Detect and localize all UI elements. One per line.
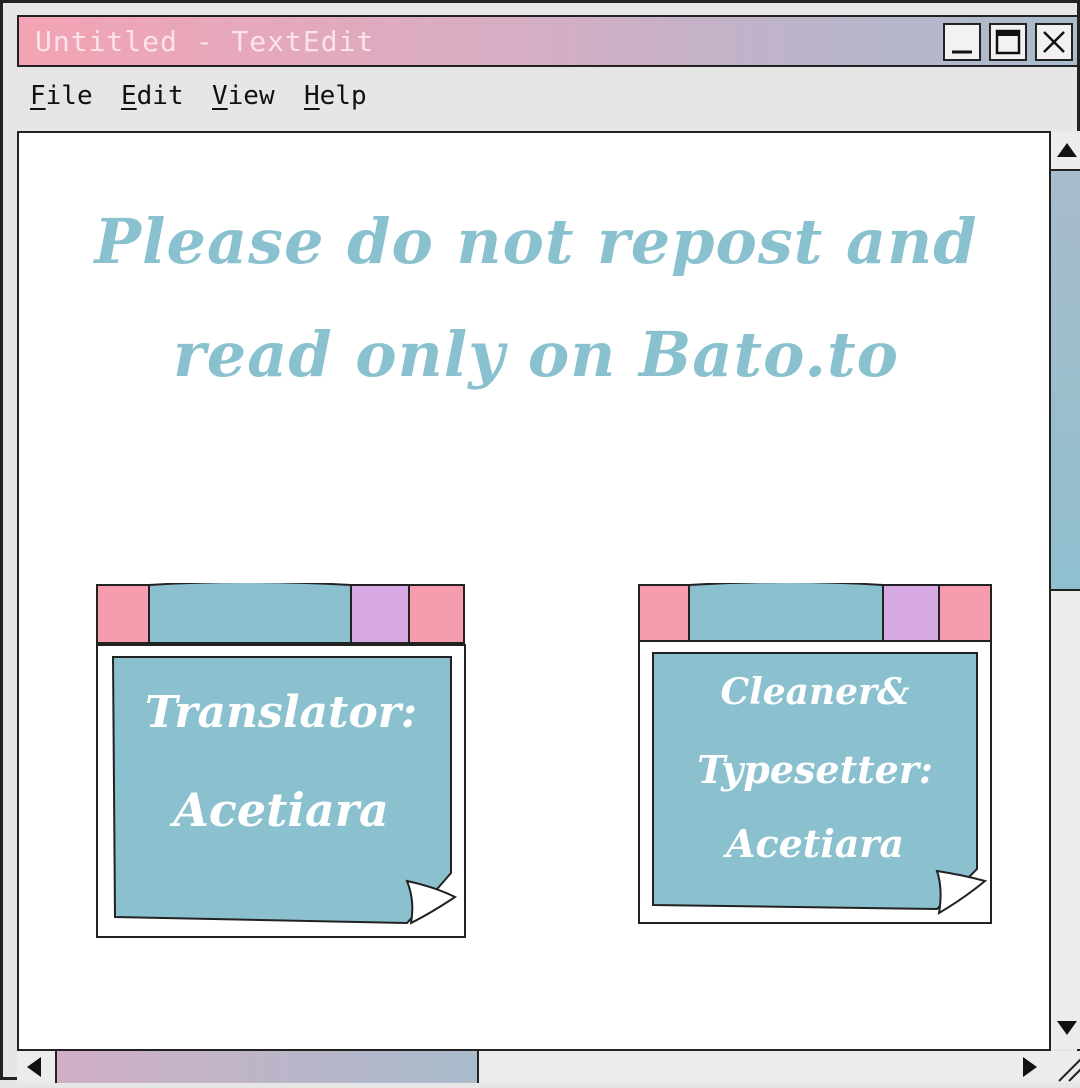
- maximize-icon: [995, 29, 1021, 55]
- sticky-note-graphic: [96, 583, 466, 938]
- arrow-right-icon: [1023, 1057, 1037, 1077]
- close-icon: [1043, 31, 1065, 53]
- note-line: Typesetter:: [697, 747, 933, 792]
- maximize-button[interactable]: [989, 23, 1027, 61]
- resize-grip-icon: [1058, 1058, 1080, 1082]
- close-button[interactable]: [1035, 23, 1073, 61]
- window-title: Untitled - TextEdit: [35, 25, 375, 58]
- horizontal-scrollbar[interactable]: [17, 1049, 1051, 1083]
- resize-grip[interactable]: [1051, 1051, 1080, 1083]
- heading-line-1: Please do not repost and: [94, 205, 978, 278]
- menu-file[interactable]: File: [30, 81, 93, 111]
- heading-line-2: read only on Bato.to: [173, 318, 899, 391]
- scroll-up-button[interactable]: [1051, 131, 1080, 165]
- minimize-button[interactable]: [943, 23, 981, 61]
- arrow-down-icon: [1057, 1021, 1077, 1035]
- menu-view[interactable]: View: [212, 81, 275, 111]
- document-area[interactable]: Please do not repost and read only on Ba…: [17, 131, 1051, 1051]
- menu-help[interactable]: Help: [304, 81, 367, 111]
- note-line: Acetiara: [173, 783, 389, 837]
- credit-note-cleaner-typesetter: Cleaner& Typesetter: Acetiara: [637, 583, 993, 925]
- minimize-icon: [952, 50, 972, 54]
- textedit-window: Untitled - TextEdit File Edit View Help …: [0, 0, 1080, 1083]
- credit-note-translator: Translator: Acetiara: [95, 583, 467, 939]
- note-line: Translator:: [144, 687, 418, 738]
- vertical-scroll-thumb[interactable]: [1051, 169, 1080, 591]
- horizontal-scroll-thumb[interactable]: [55, 1051, 479, 1083]
- arrow-left-icon: [27, 1057, 41, 1077]
- menu-edit[interactable]: Edit: [121, 81, 184, 111]
- scroll-down-button[interactable]: [1051, 1011, 1080, 1045]
- vertical-scrollbar[interactable]: [1049, 131, 1080, 1049]
- note-line: Acetiara: [725, 821, 905, 866]
- title-bar[interactable]: Untitled - TextEdit: [17, 15, 1079, 67]
- arrow-up-icon: [1057, 143, 1077, 157]
- note-line: Cleaner&: [720, 671, 910, 713]
